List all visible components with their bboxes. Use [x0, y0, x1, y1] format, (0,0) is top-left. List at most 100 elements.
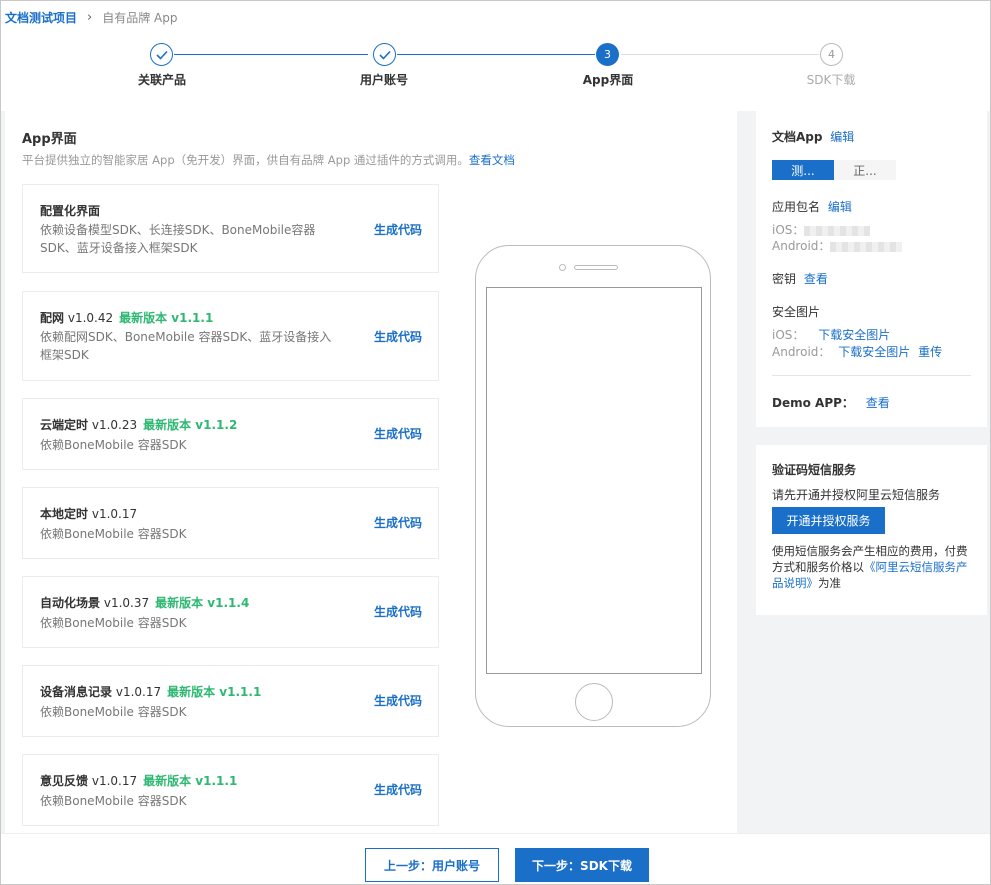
footer-bar: 上一步：用户账号 下一步：SDK下载 — [1, 833, 990, 884]
plugin-title: 配置化界面 — [40, 202, 100, 219]
plugin-description: 依赖BoneMobile 容器SDK — [40, 705, 187, 719]
app-name: 文档App — [772, 130, 823, 144]
plugin-version: v1.0.17 — [91, 507, 138, 521]
view-docs-link[interactable]: 查看文档 — [469, 153, 515, 167]
android-label: Android： — [772, 239, 831, 253]
latest-version-badge: 最新版本 v1.1.2 — [143, 418, 238, 432]
panel-title: App界面 — [22, 132, 77, 147]
edit-package-link[interactable]: 编辑 — [828, 200, 852, 214]
divider — [772, 375, 971, 376]
plugin-name: 意见反馈 — [40, 774, 89, 788]
plugin-version: v1.0.17 — [115, 685, 162, 699]
plugin-name: 自动化场景 — [40, 596, 101, 610]
view-key-link[interactable]: 查看 — [804, 272, 828, 286]
step-4-number: 4 — [820, 43, 843, 66]
phone-speaker-icon — [574, 265, 618, 270]
plugin-card: 设备消息记录 v1.0.17 最新版本 v1.1.1 依赖BoneMobile 容… — [22, 665, 439, 737]
plugin-card: 配置化界面 依赖设备模型SDK、长连接SDK、BoneMobile容器SDK、蓝… — [22, 184, 439, 273]
plugin-card: 云端定时 v1.0.23 最新版本 v1.1.2 依赖BoneMobile 容器S… — [22, 398, 439, 470]
generate-code-button[interactable]: 生成代码 — [374, 514, 422, 531]
latest-version-badge: 最新版本 v1.1.1 — [167, 685, 262, 699]
sec-android-label: Android： — [772, 345, 831, 359]
plugin-description: 依赖设备模型SDK、长连接SDK、BoneMobile容器SDK、蓝牙设备接入框… — [40, 223, 316, 255]
chevron-right-icon: › — [87, 10, 93, 25]
plugin-version: v1.0.42 — [67, 311, 114, 325]
demo-app-row: Demo APP： 查看 — [772, 394, 890, 411]
sms-title: 验证码短信服务 — [772, 463, 857, 477]
reupload-link[interactable]: 重传 — [918, 345, 942, 359]
step-3-number: 3 — [596, 43, 619, 66]
plugin-description: 依赖BoneMobile 容器SDK — [40, 527, 187, 541]
phone-camera-icon — [559, 264, 566, 271]
step-4-label: SDK下载 — [806, 73, 856, 87]
demo-app-label: Demo APP： — [772, 396, 854, 410]
plugin-name: 配置化界面 — [40, 204, 101, 218]
step-2-check-icon — [373, 43, 396, 66]
breadcrumb-project-link[interactable]: 文档测试项目 — [5, 9, 77, 26]
stepper: 关联产品 用户账号 3 App界面 4 SDK下载 — [1, 41, 990, 101]
step-connector — [174, 54, 368, 55]
plugin-title: 配网 v1.0.42 最新版本 v1.1.1 — [40, 309, 213, 326]
generate-code-button[interactable]: 生成代码 — [374, 425, 422, 442]
plugin-version: v1.0.23 — [91, 418, 138, 432]
generate-code-button[interactable]: 生成代码 — [374, 221, 422, 238]
phone-screen — [486, 287, 702, 674]
sec-ios-label: iOS： — [772, 328, 805, 342]
generate-code-button[interactable]: 生成代码 — [374, 692, 422, 709]
view-demo-link[interactable]: 查看 — [866, 396, 890, 410]
plugin-name: 云端定时 — [40, 418, 89, 432]
breadcrumb-current: 自有品牌 App — [102, 11, 178, 25]
breadcrumb: 文档测试项目 › 自有品牌 App — [5, 9, 177, 26]
step-connector — [621, 54, 819, 55]
plugin-name: 配网 — [40, 311, 65, 325]
step-3-label: App界面 — [582, 73, 634, 87]
plugin-title: 自动化场景 v1.0.37 最新版本 v1.1.4 — [40, 594, 249, 611]
secret-key-row: 密钥 查看 — [772, 270, 828, 287]
plugin-card: 配网 v1.0.42 最新版本 v1.1.1 依赖配网SDK、BoneMobile… — [22, 291, 439, 381]
ios-package-row: iOS： — [772, 221, 871, 238]
step-1-label: 关联产品 — [137, 73, 186, 87]
step-2-label: 用户账号 — [359, 73, 408, 87]
plugin-description: 依赖配网SDK、BoneMobile 容器SDK、蓝牙设备接入框架SDK — [40, 330, 332, 362]
plugin-card: 自动化场景 v1.0.37 最新版本 v1.1.4 依赖BoneMobile 容器… — [22, 576, 439, 648]
security-ios-row: iOS： 下载安全图片 — [772, 326, 890, 343]
top-bar: 文档测试项目 › 自有品牌 App 关联产品 用户账号 3 App界面 4 SD… — [1, 1, 990, 111]
download-ios-security-image-link[interactable]: 下载安全图片 — [818, 328, 890, 342]
doc-app-row: 文档App 编辑 — [772, 128, 854, 145]
plugin-title: 云端定时 v1.0.23 最新版本 v1.1.2 — [40, 416, 237, 433]
plugin-version: v1.0.17 — [91, 774, 138, 788]
env-test-tab[interactable]: 测... — [772, 160, 834, 180]
secret-key-label: 密钥 — [772, 272, 797, 286]
latest-version-badge: 最新版本 v1.1.1 — [143, 774, 238, 788]
plugin-name: 设备消息记录 — [40, 685, 113, 699]
edit-app-name-link[interactable]: 编辑 — [830, 130, 854, 144]
generate-code-button[interactable]: 生成代码 — [374, 781, 422, 798]
plugin-title: 意见反馈 v1.0.17 最新版本 v1.1.1 — [40, 772, 237, 789]
phone-preview — [475, 245, 711, 727]
panel-description-text: 平台提供独立的智能家居 App（免开发）界面，供自有品牌 App 通过插件的方式… — [22, 153, 469, 167]
prev-step-button[interactable]: 上一步：用户账号 — [365, 848, 499, 882]
panel-description: 平台提供独立的智能家居 App（免开发）界面，供自有品牌 App 通过插件的方式… — [22, 152, 515, 168]
enable-authorize-button[interactable]: 开通并授权服务 — [772, 507, 885, 534]
plugin-description: 依赖BoneMobile 容器SDK — [40, 794, 187, 808]
next-step-button[interactable]: 下一步：SDK下载 — [515, 848, 649, 882]
env-prod-tab[interactable]: 正... — [834, 160, 896, 180]
generate-code-button[interactable]: 生成代码 — [374, 328, 422, 345]
download-android-security-image-link[interactable]: 下载安全图片 — [838, 345, 910, 359]
package-name-label: 应用包名 — [772, 200, 821, 214]
package-name-row: 应用包名 编辑 — [772, 198, 852, 215]
plugin-name: 本地定时 — [40, 507, 89, 521]
latest-version-badge: 最新版本 v1.1.4 — [155, 596, 250, 610]
env-switch: 测... 正... — [772, 160, 896, 180]
phone-home-button-icon — [575, 683, 613, 721]
latest-version-badge: 最新版本 v1.1.1 — [119, 311, 214, 325]
plugin-description: 依赖BoneMobile 容器SDK — [40, 438, 187, 452]
masked-value — [830, 241, 903, 252]
plugin-version: v1.0.37 — [103, 596, 150, 610]
sms-service-panel: 验证码短信服务 请先开通并授权阿里云短信服务 开通并授权服务 使用短信服务会产生… — [756, 445, 987, 615]
generate-code-button[interactable]: 生成代码 — [374, 603, 422, 620]
sms-note-suffix: 为准 — [818, 576, 841, 590]
app-info-panel: 文档App 编辑 测... 正... 应用包名 编辑 iOS： Android：… — [756, 111, 987, 427]
security-image-label: 安全图片 — [772, 305, 821, 319]
masked-value — [804, 225, 871, 236]
